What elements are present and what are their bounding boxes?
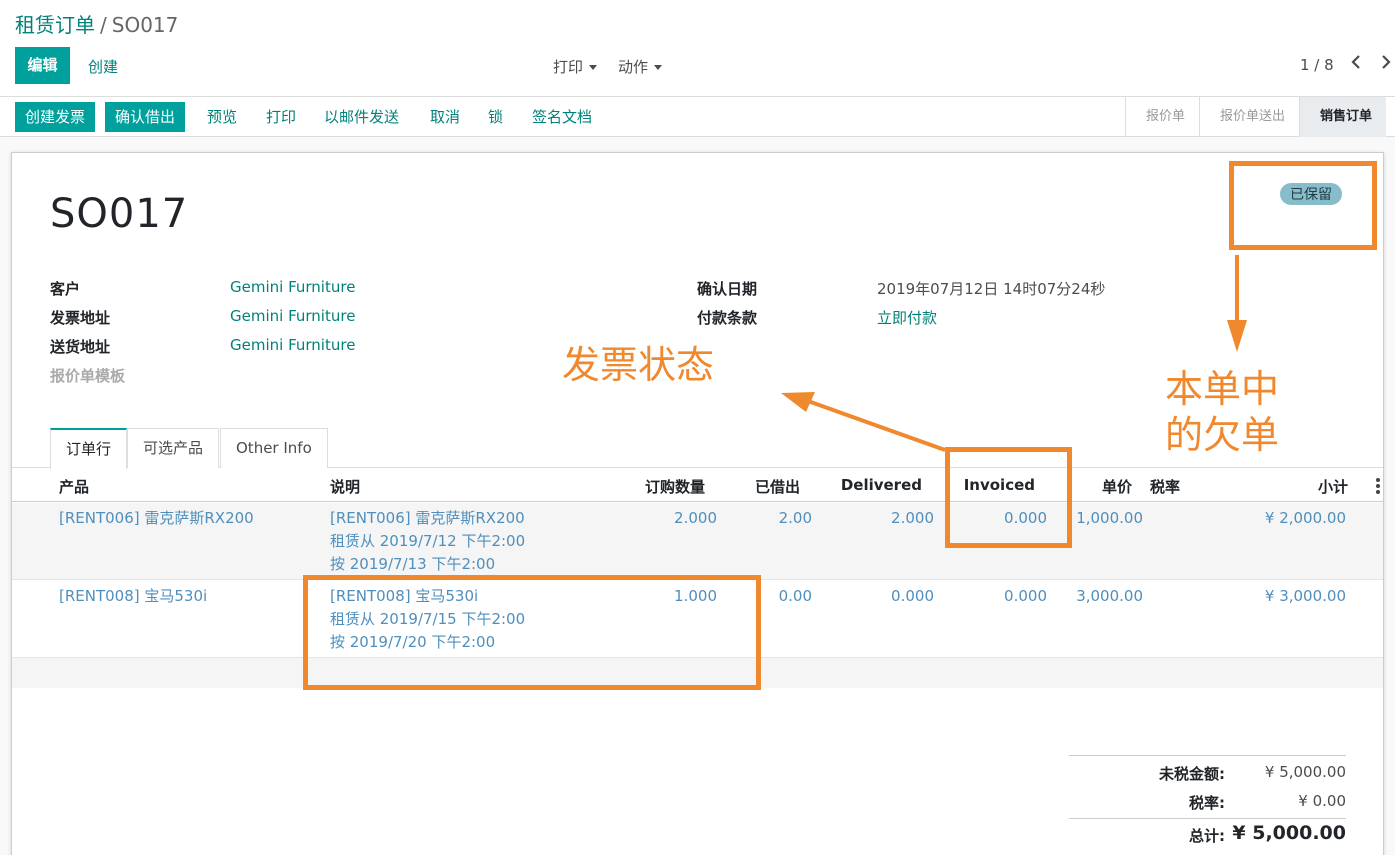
- column-product[interactable]: 产品: [59, 476, 89, 497]
- column-subtotal[interactable]: 小计: [1272, 476, 1348, 497]
- column-unit-price[interactable]: 单价: [1072, 476, 1132, 497]
- order-title: SO017: [50, 191, 189, 237]
- tax-amount-label: 税率:: [1189, 794, 1225, 812]
- annotation-backorder-line2: 的欠单: [1165, 413, 1280, 457]
- invoice-address-label: 发票地址: [50, 309, 111, 327]
- statusbar: 创建发票 确认借出 预览 打印 以邮件发送 取消 锁 签名文档 报价单 报价单送…: [0, 97, 1395, 137]
- order-lines-header: 产品 说明 订购数量 已借出 Delivered Invoiced 单价 税率 …: [12, 468, 1383, 502]
- form-sheet: SO017 已保留 客户 Gemini Furniture 发票地址 Gemin…: [11, 152, 1384, 855]
- pager-value[interactable]: 1 / 8: [1300, 56, 1334, 74]
- print-button[interactable]: 打印: [260, 102, 302, 132]
- annotation-invoice-status: 发票状态: [562, 343, 715, 387]
- stage-pipeline: 报价单 报价单送出 销售订单: [1125, 97, 1395, 137]
- tax-amount-value: ¥ 0.00: [1298, 792, 1346, 810]
- payment-terms-link[interactable]: 立即付款: [877, 307, 937, 328]
- chevron-right-icon: [1382, 55, 1391, 69]
- preview-button[interactable]: 预览: [201, 102, 243, 132]
- delivery-address-label: 送货地址: [50, 338, 111, 356]
- delivery-address-link[interactable]: Gemini Furniture: [230, 336, 355, 354]
- print-dropdown-label: 打印: [553, 58, 584, 76]
- table-row[interactable]: [RENT006] 雷克萨斯RX200 [RENT006] 雷克萨斯RX200 …: [12, 503, 1383, 580]
- column-ordered-qty[interactable]: 订购数量: [612, 476, 705, 497]
- confirmation-date-value: 2019年07月12日 14时07分24秒: [877, 280, 1106, 298]
- breadcrumb-parent-link[interactable]: 租赁订单: [15, 13, 95, 37]
- row-delivered: 2.000: [891, 509, 934, 527]
- totals-divider: [1069, 755, 1346, 756]
- total-amount-value: ¥ 5,000.00: [1232, 822, 1346, 844]
- row-ordered-qty: 2.000: [674, 509, 717, 527]
- column-description[interactable]: 说明: [330, 476, 360, 497]
- row-description: [RENT006] 雷克萨斯RX200 租赁从 2019/7/12 下午2:00…: [330, 507, 525, 576]
- action-dropdown-label: 动作: [618, 58, 649, 76]
- send-by-email-button[interactable]: 以邮件发送: [318, 102, 405, 132]
- description-line: [RENT006] 雷克萨斯RX200: [330, 509, 525, 527]
- annotation-box-backorder: [303, 575, 761, 690]
- breadcrumb-current: SO017: [111, 13, 179, 37]
- untaxed-amount-value: ¥ 5,000.00: [1264, 763, 1346, 781]
- quotation-template-label: 报价单模板: [50, 367, 126, 385]
- tab-optional-products[interactable]: 可选产品: [127, 428, 220, 468]
- confirm-lend-button[interactable]: 确认借出: [105, 102, 186, 132]
- row-lent: 2.00: [778, 509, 812, 527]
- annotation-backorder-line1: 本单中: [1165, 367, 1280, 411]
- stage-quotation-sent[interactable]: 报价单送出: [1200, 97, 1301, 137]
- caret-down-icon: [589, 65, 598, 70]
- pager-previous-button[interactable]: [1346, 54, 1366, 76]
- print-dropdown[interactable]: 打印: [553, 56, 598, 77]
- row-product: [RENT006] 雷克萨斯RX200: [59, 509, 254, 527]
- totals-divider: [1069, 818, 1346, 819]
- description-line: 租赁从 2019/7/12 下午2:00: [330, 532, 526, 550]
- annotation-box-status: [1229, 161, 1377, 250]
- invoice-address-link[interactable]: Gemini Furniture: [230, 307, 355, 325]
- stage-quotation[interactable]: 报价单: [1126, 97, 1201, 137]
- column-taxes[interactable]: 税率: [1150, 476, 1180, 497]
- row-subtotal: ¥ 3,000.00: [1264, 587, 1346, 605]
- annotation-box-invoiced: [945, 447, 1072, 548]
- kebab-menu-icon[interactable]: [1376, 478, 1380, 496]
- breadcrumb: 租赁订单 / SO017: [15, 9, 178, 38]
- payment-terms-label: 付款条款: [697, 309, 758, 327]
- row-product: [RENT008] 宝马530i: [59, 587, 208, 605]
- confirmation-date-label: 确认日期: [697, 280, 758, 298]
- tab-order-lines[interactable]: 订单行: [50, 428, 128, 469]
- control-panel: 租赁订单 / SO017 编辑 创建 打印 动作 1 / 8: [0, 0, 1395, 97]
- cancel-button[interactable]: 取消: [424, 102, 466, 132]
- create-invoice-button[interactable]: 创建发票: [15, 102, 96, 132]
- pager-next-button[interactable]: [1376, 54, 1395, 76]
- row-unit-price: 3,000.00: [1076, 587, 1143, 605]
- row-invoiced: 0.000: [1004, 587, 1047, 605]
- caret-down-icon: [654, 65, 663, 70]
- lock-button[interactable]: 锁: [482, 102, 509, 132]
- breadcrumb-separator: /: [100, 13, 107, 37]
- chevron-left-icon: [1351, 55, 1360, 69]
- total-amount-label: 总计:: [1189, 827, 1225, 845]
- tab-other-info[interactable]: Other Info: [220, 428, 328, 468]
- untaxed-amount-label: 未税金额:: [1159, 765, 1225, 783]
- column-delivered[interactable]: Delivered: [832, 476, 922, 494]
- customer-link[interactable]: Gemini Furniture: [230, 278, 355, 296]
- row-subtotal: ¥ 2,000.00: [1264, 509, 1346, 527]
- create-button[interactable]: 创建: [88, 56, 118, 77]
- column-lent[interactable]: 已借出: [732, 476, 800, 497]
- sign-document-button[interactable]: 签名文档: [526, 102, 598, 132]
- description-line: 按 2019/7/13 下午2:00: [330, 555, 496, 573]
- edit-button[interactable]: 编辑: [15, 47, 70, 84]
- action-dropdown[interactable]: 动作: [618, 56, 663, 77]
- customer-label: 客户: [50, 280, 81, 298]
- row-delivered: 0.000: [891, 587, 934, 605]
- stage-sales-order[interactable]: 销售订单: [1300, 97, 1387, 137]
- row-unit-price: 1,000.00: [1076, 509, 1143, 527]
